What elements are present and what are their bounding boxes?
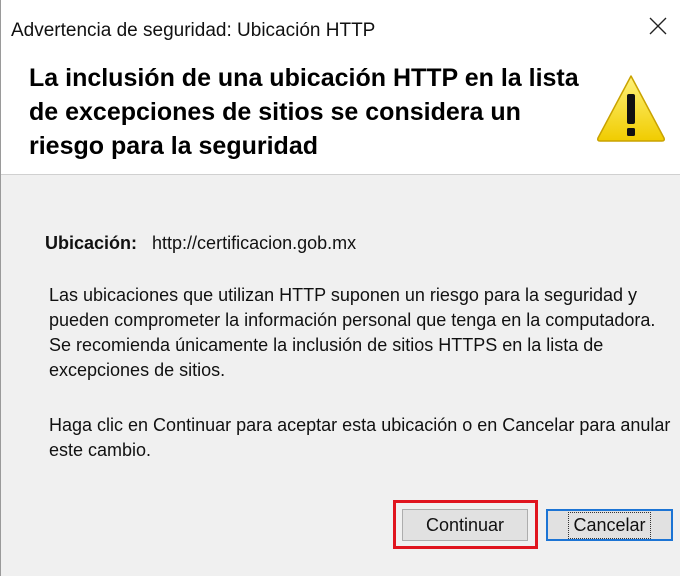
window-title: Advertencia de seguridad: Ubicación HTTP (11, 20, 376, 41)
warning-header: La inclusión de una ubicación HTTP en la… (1, 52, 680, 175)
risk-explanation-text: Las ubicaciones que utilizan HTTP supone… (49, 285, 656, 380)
dialog-body: Ubicación: http://certificacion.gob.mx L… (1, 175, 680, 576)
instruction-text: Haga clic en Continuar para aceptar esta… (49, 415, 671, 460)
close-icon (649, 17, 667, 35)
security-warning-dialog: Advertencia de seguridad: Ubicación HTTP… (0, 0, 680, 576)
close-button[interactable] (635, 0, 680, 52)
warning-triangle-icon (597, 75, 665, 142)
cancel-button-label: Cancelar (568, 511, 651, 539)
location-row: Ubicación: http://certificacion.gob.mx (45, 233, 356, 254)
location-value: http://certificacion.gob.mx (152, 233, 357, 253)
cancel-button[interactable]: Cancelar (546, 509, 673, 541)
continue-button[interactable]: Continuar (402, 509, 528, 541)
title-bar: Advertencia de seguridad: Ubicación HTTP (1, 0, 680, 52)
location-label: Ubicación: (45, 233, 138, 253)
warning-headline: La inclusión de una ubicación HTTP en la… (29, 64, 579, 160)
